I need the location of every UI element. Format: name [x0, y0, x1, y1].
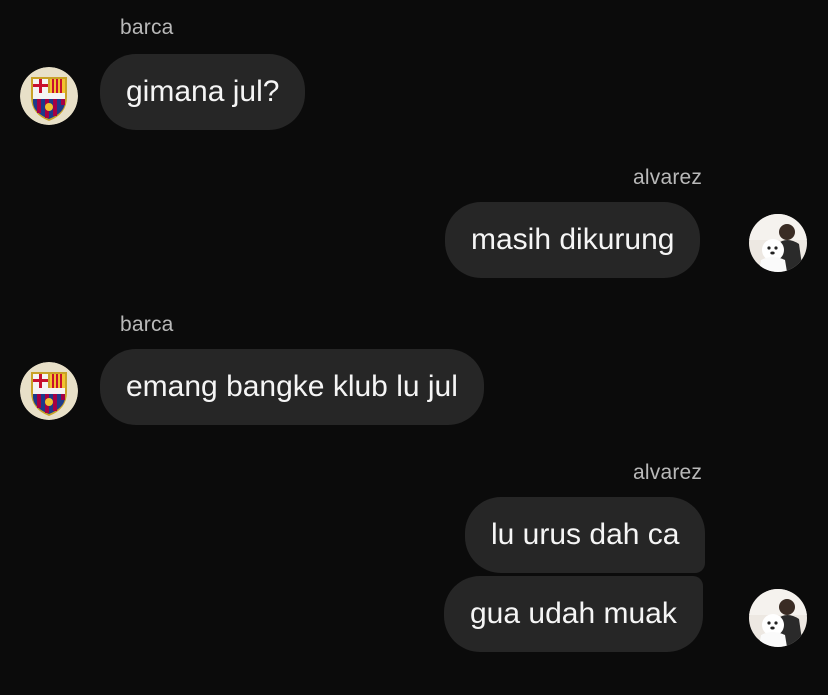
sender-label-barca: barca	[120, 16, 174, 39]
message-bubble-outgoing[interactable]: lu urus dah ca	[465, 497, 706, 573]
sender-label-alvarez: alvarez	[633, 166, 703, 189]
message-text: emang bangke klub lu jul	[126, 370, 458, 403]
avatar-alvarez[interactable]	[749, 589, 807, 647]
message-bubble-outgoing[interactable]: gua udah muak	[444, 576, 703, 652]
message-text: lu urus dah ca	[491, 518, 680, 551]
profile-photo-icon	[749, 589, 807, 647]
sender-label-barca: barca	[120, 313, 174, 336]
fc-barcelona-crest-icon	[20, 362, 78, 420]
message-bubble-outgoing[interactable]: masih dikurung	[445, 202, 701, 278]
message-bubble-incoming[interactable]: emang bangke klub lu jul	[100, 349, 484, 425]
message-text: gua udah muak	[470, 597, 677, 630]
avatar-barca[interactable]	[20, 362, 78, 420]
fc-barcelona-crest-icon	[20, 67, 78, 125]
profile-photo-icon	[749, 214, 807, 272]
message-bubble-incoming[interactable]: gimana jul?	[100, 54, 306, 130]
message-text: masih dikurung	[471, 223, 675, 256]
avatar-alvarez[interactable]	[749, 214, 807, 272]
sender-label-alvarez: alvarez	[633, 461, 703, 484]
avatar-barca[interactable]	[20, 67, 78, 125]
message-text: gimana jul?	[126, 75, 280, 108]
